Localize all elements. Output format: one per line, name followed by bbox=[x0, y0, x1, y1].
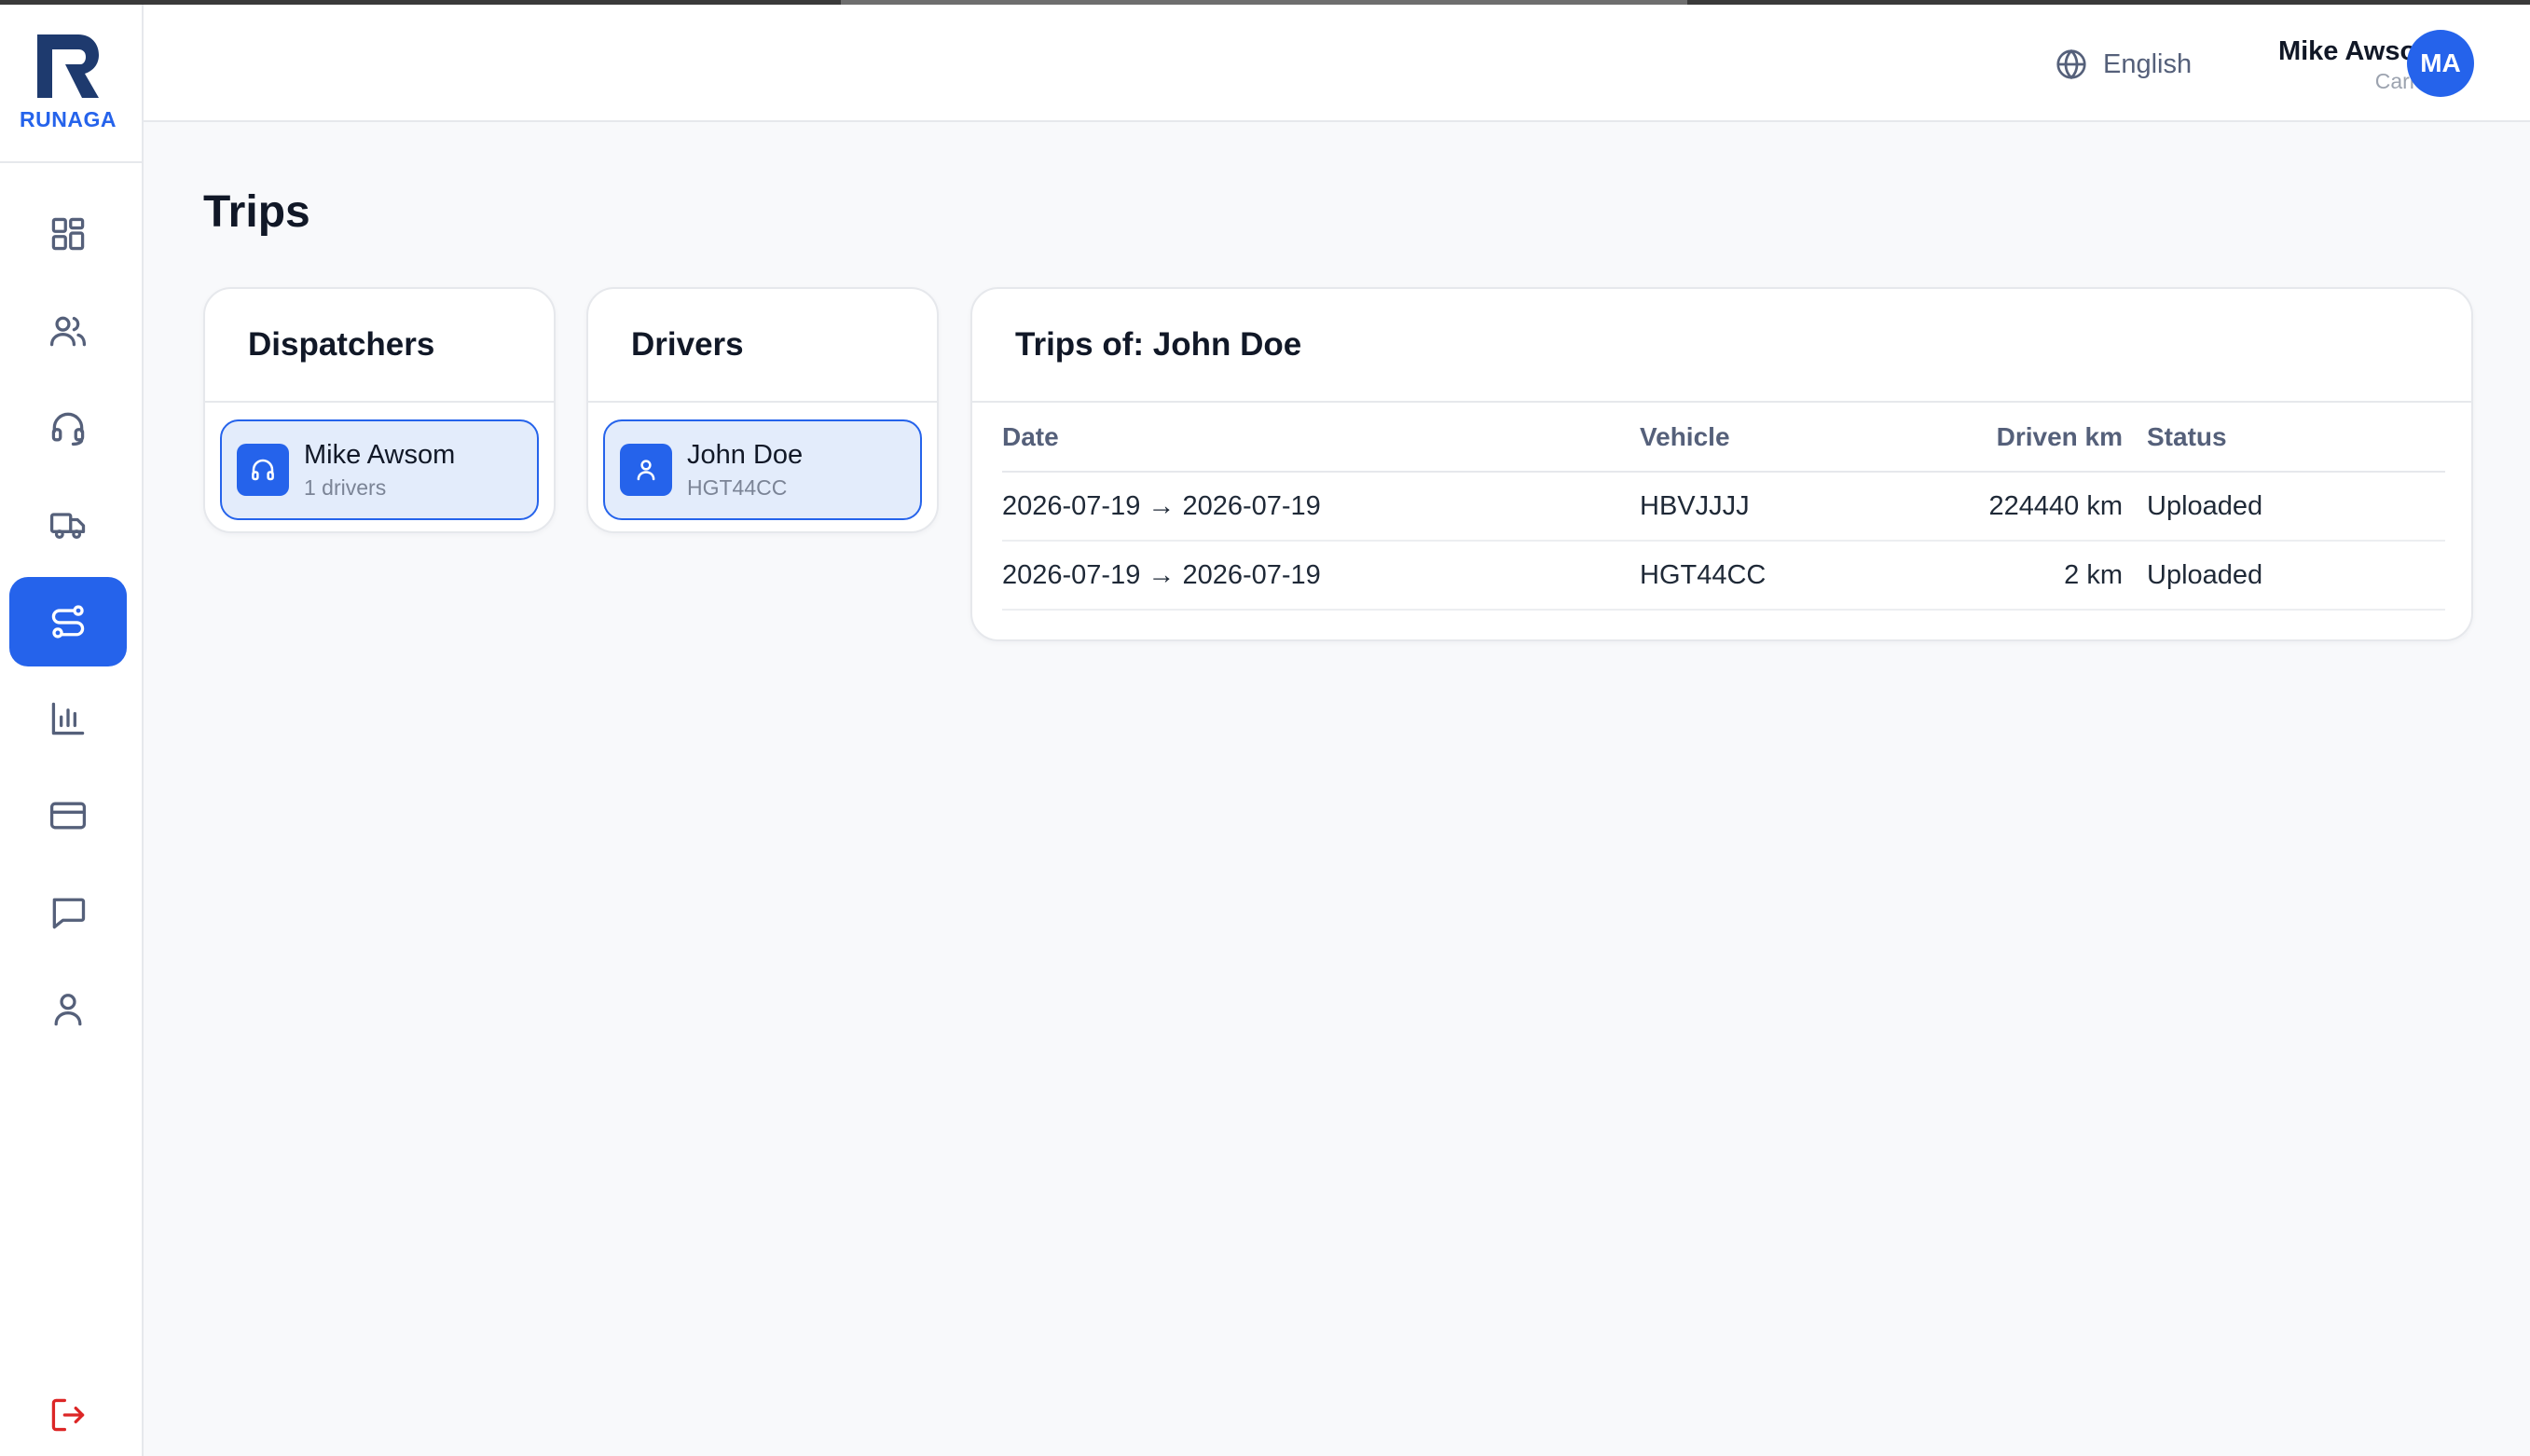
trip-date: 2026-07-19 → 2026-07-19 bbox=[1002, 472, 1640, 542]
page-title: Trips bbox=[203, 187, 310, 237]
logo[interactable]: RUNAGA bbox=[0, 5, 142, 163]
trips-table: Date Vehicle Driven km Status 2026-07-19… bbox=[1002, 403, 2445, 611]
column-header-vehicle[interactable]: Vehicle bbox=[1640, 403, 1919, 473]
column-header-date[interactable]: Date bbox=[1002, 403, 1640, 473]
credit-card-icon bbox=[49, 802, 87, 830]
bar-chart-icon bbox=[51, 702, 85, 735]
nav-profile[interactable] bbox=[9, 965, 127, 1054]
truck-icon bbox=[49, 513, 86, 540]
table-row[interactable]: 2026-07-19 → 2026-07-19 HBVJJJJ 224440 k… bbox=[1002, 472, 2445, 542]
runaga-logo-icon bbox=[37, 34, 99, 98]
dashboard-grid-icon bbox=[51, 217, 85, 251]
sidebar: RUNAGA bbox=[0, 5, 144, 1456]
trip-driven-km: 2 km bbox=[1919, 541, 2147, 611]
dispatcher-item[interactable]: Mike Awsom 1 drivers bbox=[220, 419, 539, 520]
globe-icon bbox=[2056, 48, 2086, 80]
headset-icon bbox=[51, 412, 85, 446]
trip-vehicle: HBVJJJJ bbox=[1640, 472, 1919, 542]
top-header: English Mike Awsom Carrier MA bbox=[144, 5, 2530, 122]
table-row[interactable]: 2026-07-19 → 2026-07-19 HGT44CC 2 km Upl… bbox=[1002, 541, 2445, 611]
dispatcher-driver-count: 1 drivers bbox=[304, 475, 387, 500]
language-selector[interactable]: English bbox=[2055, 44, 2192, 85]
column-header-driven-km[interactable]: Driven km bbox=[1919, 403, 2147, 473]
drivers-card: Drivers John Doe HGT44CC bbox=[586, 287, 939, 533]
trips-card: Trips of: John Doe Date Vehicle Driven k… bbox=[970, 287, 2473, 641]
column-header-status[interactable]: Status bbox=[2147, 403, 2445, 473]
trip-date: 2026-07-19 → 2026-07-19 bbox=[1002, 541, 1640, 611]
logo-text: RUNAGA bbox=[20, 107, 117, 131]
trip-driven-km: 224440 km bbox=[1919, 472, 2147, 542]
driver-avatar bbox=[620, 444, 672, 496]
profile-icon bbox=[54, 994, 82, 1026]
dispatchers-card: Dispatchers Mike Awsom 1 drivers bbox=[203, 287, 556, 533]
headset-icon bbox=[252, 459, 274, 481]
nav-reports[interactable] bbox=[9, 674, 127, 763]
nav-vehicles[interactable] bbox=[9, 480, 127, 570]
trip-status: Uploaded bbox=[2147, 472, 2445, 542]
user-icon bbox=[637, 460, 655, 481]
chat-icon bbox=[52, 898, 86, 929]
route-icon bbox=[51, 605, 85, 639]
trips-title: Trips of: John Doe bbox=[972, 289, 2471, 403]
driver-vehicle: HGT44CC bbox=[687, 475, 788, 500]
nav-billing[interactable] bbox=[9, 771, 127, 860]
nav-users[interactable] bbox=[9, 286, 127, 376]
dispatcher-avatar bbox=[237, 444, 289, 496]
driver-name: John Doe bbox=[687, 440, 804, 470]
trip-vehicle: HGT44CC bbox=[1640, 541, 1919, 611]
nav-messages[interactable] bbox=[9, 868, 127, 957]
trip-status: Uploaded bbox=[2147, 541, 2445, 611]
logout-button[interactable] bbox=[9, 1382, 127, 1448]
driver-item[interactable]: John Doe HGT44CC bbox=[603, 419, 922, 520]
dispatcher-name: Mike Awsom bbox=[304, 440, 456, 470]
drivers-title: Drivers bbox=[588, 289, 937, 403]
users-icon bbox=[49, 316, 87, 347]
language-label: English bbox=[2103, 48, 2193, 79]
nav-dashboard[interactable] bbox=[9, 189, 127, 279]
table-header-row: Date Vehicle Driven km Status bbox=[1002, 403, 2445, 473]
nav-trips[interactable] bbox=[9, 577, 127, 666]
nav-support[interactable] bbox=[9, 383, 127, 473]
dispatchers-title: Dispatchers bbox=[205, 289, 554, 403]
logout-icon bbox=[51, 1398, 85, 1432]
avatar[interactable]: MA bbox=[2407, 30, 2474, 97]
